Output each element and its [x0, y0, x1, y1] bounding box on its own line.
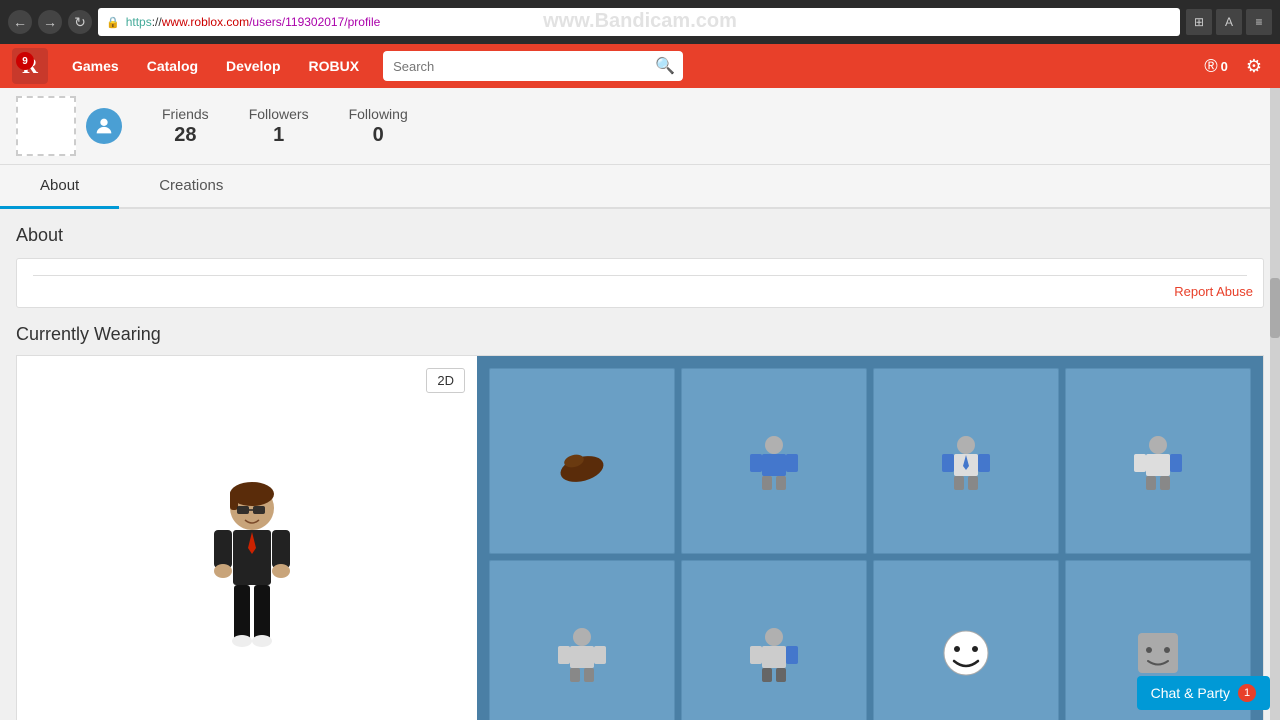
avatar-3d-panel: 2D: [17, 356, 477, 720]
following-stat: Following 0: [349, 106, 408, 147]
navbar-right: ® 0 ⚙: [1198, 56, 1268, 77]
friends-stat: Friends 28: [162, 106, 209, 147]
robux-button[interactable]: ® 0: [1198, 56, 1234, 77]
profile-btn[interactable]: A: [1216, 9, 1242, 35]
avatar-placeholder: [16, 96, 76, 156]
lock-icon: 🔒: [106, 16, 120, 29]
scrollbar[interactable]: [1270, 88, 1280, 720]
notification-badge: 9: [16, 52, 34, 70]
logo-wrap: 9 R: [12, 48, 48, 84]
followers-value: 1: [273, 124, 284, 147]
about-title: About: [16, 225, 1264, 246]
nav-robux[interactable]: ROBUX: [295, 44, 374, 88]
nav-develop[interactable]: Develop: [212, 44, 294, 88]
search-input[interactable]: [383, 51, 647, 81]
followers-label: Followers: [249, 106, 309, 122]
search-button[interactable]: 🔍: [647, 56, 683, 76]
menu-btn[interactable]: ≡: [1246, 9, 1272, 35]
chat-label: Chat & Party: [1151, 685, 1230, 701]
friends-value: 28: [174, 124, 196, 147]
forward-button[interactable]: →: [38, 10, 62, 34]
wearing-section: 2D: [16, 355, 1264, 720]
main-content: Friends 28 Followers 1 Following 0 About…: [0, 88, 1280, 720]
browser-tools: ⊞ A ≡: [1186, 9, 1272, 35]
items-grid: [489, 368, 1251, 720]
profile-header: Friends 28 Followers 1 Following 0: [0, 88, 1280, 165]
item-shirt-blue2[interactable]: [1065, 368, 1251, 554]
nav-games[interactable]: Games: [58, 44, 133, 88]
avatar-figure: [187, 478, 307, 678]
tab-creations[interactable]: Creations: [119, 165, 263, 209]
items-grid-panel: [477, 356, 1263, 720]
browser-chrome: ← → ↻ 🔒 https://www.roblox.com/users/119…: [0, 0, 1280, 44]
url-display: https://www.roblox.com/users/119302017/p…: [126, 15, 381, 29]
avatar-svg: [187, 478, 317, 688]
nav-links: Games Catalog Develop ROBUX: [58, 44, 373, 88]
item-shirt-white-tie[interactable]: [873, 368, 1059, 554]
about-box: Report Abuse: [16, 258, 1264, 308]
item-shirt-blue[interactable]: [681, 368, 867, 554]
avatar-icon: [86, 108, 122, 144]
user-icon: [93, 115, 115, 137]
tab-about[interactable]: About: [0, 165, 119, 209]
scrollbar-thumb[interactable]: [1270, 278, 1280, 338]
item-pants[interactable]: [489, 560, 675, 720]
settings-button[interactable]: ⚙: [1240, 56, 1268, 77]
refresh-button[interactable]: ↻: [68, 10, 92, 34]
following-label: Following: [349, 106, 408, 122]
extensions-btn[interactable]: ⊞: [1186, 9, 1212, 35]
followers-stat: Followers 1: [249, 106, 309, 147]
roblox-navbar: 9 R Games Catalog Develop ROBUX 🔍 ® 0 ⚙: [0, 44, 1280, 88]
tabs-bar: About Creations: [0, 165, 1280, 209]
avatar-area: [16, 96, 122, 156]
address-bar[interactable]: 🔒 https://www.roblox.com/users/119302017…: [98, 8, 1180, 36]
search-bar: 🔍: [383, 51, 683, 81]
item-hair[interactable]: [489, 368, 675, 554]
profile-stats: Friends 28 Followers 1 Following 0: [162, 106, 408, 147]
robux-icon: ®: [1204, 56, 1217, 77]
back-button[interactable]: ←: [8, 10, 32, 34]
btn-2d[interactable]: 2D: [426, 368, 465, 393]
robux-count: 0: [1221, 59, 1228, 74]
chat-party-button[interactable]: Chat & Party 1: [1137, 676, 1270, 710]
item-pants2[interactable]: [681, 560, 867, 720]
report-abuse-link[interactable]: Report Abuse: [1174, 284, 1253, 299]
friends-label: Friends: [162, 106, 209, 122]
content-area: About Report Abuse Currently Wearing 2D: [0, 209, 1280, 720]
nav-catalog[interactable]: Catalog: [133, 44, 212, 88]
item-face[interactable]: [873, 560, 1059, 720]
following-value: 0: [373, 124, 384, 147]
divider: [33, 275, 1247, 276]
chat-badge: 1: [1238, 684, 1256, 702]
wearing-title: Currently Wearing: [16, 324, 1264, 345]
